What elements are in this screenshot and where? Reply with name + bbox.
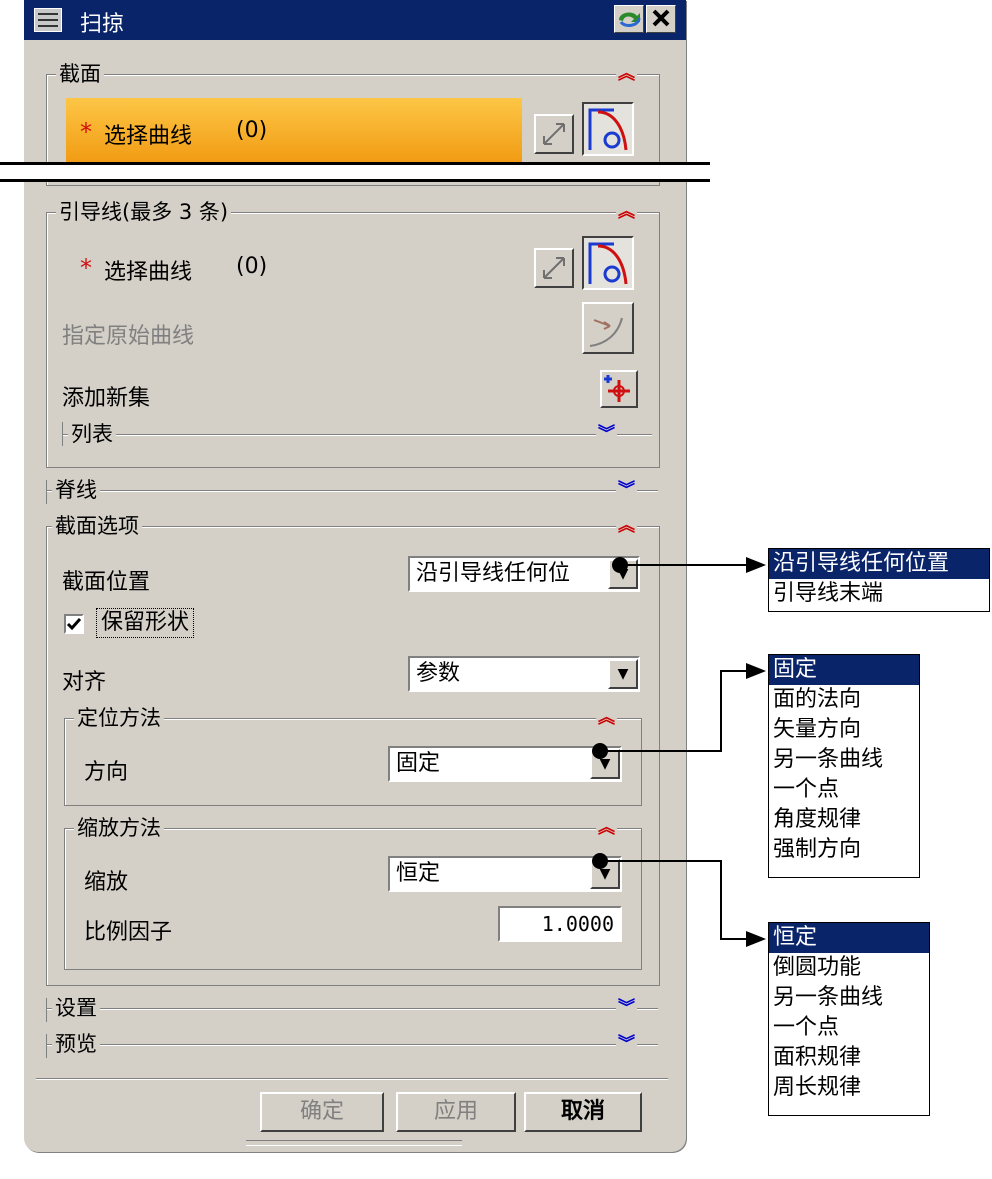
orientation-group-label: 定位方法 [74,706,164,730]
guides-select-count: (0) [236,254,268,279]
list-item[interactable]: 沿引导线任何位置 [769,549,989,579]
apply-button[interactable]: 应用 [396,1092,516,1132]
chevron-up-icon[interactable]: ︽ [616,64,637,84]
list-item[interactable]: 矢量方向 [769,715,919,745]
required-star-icon: * [80,254,92,282]
chevron-down-icon[interactable]: ︾ [616,1034,637,1054]
curve-rule-icon[interactable] [582,236,634,290]
list-item[interactable]: 引导线末端 [769,579,989,609]
list-group-label[interactable]: 列表 [68,422,116,446]
close-icon[interactable] [646,5,676,33]
list-item[interactable]: 另一条曲线 [769,983,929,1013]
list-item[interactable]: 面的法向 [769,685,919,715]
callout-line [620,564,750,566]
arrow-right-icon [746,931,766,947]
list-item[interactable]: 角度规律 [769,805,919,835]
list-item[interactable]: 周长规律 [769,1073,929,1103]
chevron-up-icon[interactable]: ︽ [616,516,637,536]
settings-divider [46,1008,658,1010]
cut-line-bottom [0,179,710,182]
spine-group-label[interactable]: 脊线 [52,478,100,502]
scaling-group [64,828,642,970]
guides-group-label: 引导线(最多 3 条) [56,200,232,224]
chevron-down-icon[interactable]: ︾ [596,424,617,444]
section-position-label: 截面位置 [62,570,151,595]
curve-rule-icon[interactable] [582,102,634,156]
add-new-set-icon[interactable] [600,370,638,408]
callout-line [600,860,722,862]
list-divider [62,434,652,436]
arrow-right-icon [746,557,766,573]
scaling-group-label: 缩放方法 [74,816,164,840]
guides-select-label: 选择曲线 [104,260,193,285]
menu-icon[interactable] [34,8,62,32]
position-options-list: 沿引导线任何位置 引导线末端 [768,548,990,612]
chevron-up-icon[interactable]: ︽ [596,708,617,728]
spine-divider [46,490,658,492]
list-item[interactable]: 面积规律 [769,1043,929,1073]
direction-label: 方向 [84,760,129,785]
settings-group-label[interactable]: 设置 [52,996,100,1020]
direction-options-list: 固定 面的法向 矢量方向 另一条曲线 一个点 角度规律 强制方向 [768,654,920,878]
keep-shape-checkbox[interactable] [64,614,84,634]
align-label: 对齐 [62,670,107,695]
section-options-label: 截面选项 [52,514,142,538]
align-dropdown[interactable]: 参数 [408,656,640,692]
scale-label: 缩放 [84,870,129,895]
list-item[interactable]: 固定 [769,655,919,685]
arrow-right-icon [746,663,766,679]
required-star-icon: * [80,118,92,146]
cancel-button[interactable]: 取消 [524,1092,642,1132]
origin-curve-icon[interactable] [582,302,634,354]
callout-line [720,860,722,940]
scale-factor-input[interactable]: 1.0000 [498,906,622,942]
preview-divider [46,1044,658,1046]
section-select-count: (0) [236,118,268,143]
cut-gap [0,165,710,179]
dropdown-arrow-icon[interactable]: ▼ [608,659,638,689]
button-divider [36,1078,668,1080]
chevron-up-icon[interactable]: ︽ [616,202,637,222]
resize-grip[interactable] [246,1140,462,1146]
origin-curve-label: 指定原始曲线 [62,324,195,349]
section-position-dropdown[interactable]: 沿引导线任何位 [408,556,640,592]
list-item[interactable]: 一个点 [769,775,919,805]
ok-button[interactable]: 确定 [260,1092,384,1132]
list-item[interactable]: 恒定 [769,923,929,953]
reverse-direction-icon[interactable] [534,114,574,154]
scale-factor-label: 比例因子 [84,920,173,945]
scale-options-list: 恒定 倒圆功能 另一条曲线 一个点 面积规律 周长规律 [768,922,930,1116]
reverse-direction-icon[interactable] [534,248,574,288]
section-select-label: 选择曲线 [104,124,193,149]
section-group-label: 截面 [56,62,104,86]
callout-line [720,670,722,752]
chevron-down-icon[interactable]: ︾ [616,998,637,1018]
reset-icon[interactable] [614,5,644,33]
list-item[interactable]: 倒圆功能 [769,953,929,983]
list-item[interactable]: 一个点 [769,1013,929,1043]
add-set-label: 添加新集 [62,386,151,411]
window-title: 扫掠 [80,12,125,37]
keep-shape-label[interactable]: 保留形状 [96,608,195,638]
chevron-up-icon[interactable]: ︽ [596,818,617,838]
chevron-down-icon[interactable]: ︾ [616,480,637,500]
list-item[interactable]: 另一条曲线 [769,745,919,775]
direction-dropdown[interactable]: 固定 [388,746,622,782]
scale-dropdown[interactable]: 恒定 [388,856,622,892]
callout-line [600,750,722,752]
preview-group-label[interactable]: 预览 [52,1032,100,1056]
list-item[interactable]: 强制方向 [769,835,919,865]
